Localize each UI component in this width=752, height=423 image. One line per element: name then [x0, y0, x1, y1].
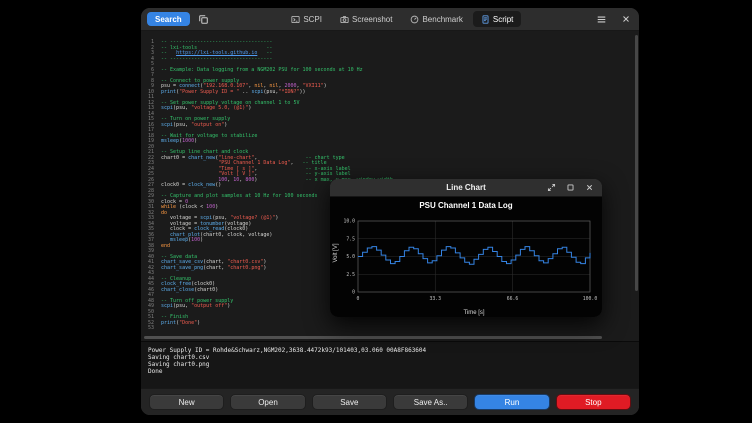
desktop-background: Search SCPI	[0, 0, 752, 423]
chart-window-controls	[546, 182, 602, 193]
script-icon	[481, 15, 490, 24]
search-button[interactable]: Search	[147, 12, 190, 26]
chart-plot-title: PSU Channel 1 Data Log	[330, 201, 602, 210]
tab-label: Benchmark	[422, 15, 462, 24]
chart-y-axis-label: Volt [V]	[333, 233, 339, 273]
close-icon[interactable]	[618, 12, 633, 27]
open-button[interactable]: Open	[230, 394, 305, 410]
chart-x-axis-label: Time [s]	[358, 310, 590, 316]
camera-icon	[340, 15, 349, 24]
tab-label: Screenshot	[352, 15, 392, 24]
console-output: Power Supply ID = Rohde&Schwarz,NGM202,3…	[141, 341, 639, 388]
chart-plot: 0 2.5 5.0 7.5 10.0 0 33.3 66.6 100.0	[330, 197, 602, 317]
tab-script[interactable]: Script	[473, 11, 521, 27]
svg-text:0: 0	[357, 296, 360, 302]
vertical-scrollbar[interactable]	[635, 35, 638, 333]
svg-text:2.5: 2.5	[346, 272, 355, 278]
window-controls	[594, 12, 633, 27]
chart-window-titlebar[interactable]: Line Chart	[330, 179, 602, 197]
console-line: Power Supply ID = Rohde&Schwarz,NGM202,3…	[148, 347, 632, 354]
svg-text:7.5: 7.5	[346, 236, 355, 242]
gauge-icon	[410, 15, 419, 24]
svg-text:66.6: 66.6	[507, 296, 519, 302]
line-number-gutter: 1234567891011121314151617181920212223242…	[141, 31, 157, 341]
console-line: Saving chart0.csv	[148, 354, 632, 361]
svg-text:10.0: 10.0	[343, 219, 355, 225]
tab-bar: SCPI Screenshot Benchmark	[283, 11, 521, 27]
save-button[interactable]: Save	[312, 394, 387, 410]
tab-screenshot[interactable]: Screenshot	[332, 11, 400, 27]
terminal-icon	[291, 15, 300, 24]
action-button-bar: New Open Save Save As.. Run Stop	[141, 388, 639, 415]
new-button[interactable]: New	[149, 394, 224, 410]
copy-icon[interactable]	[196, 12, 211, 27]
svg-text:33.3: 33.3	[429, 296, 441, 302]
maximize-icon[interactable]	[565, 182, 576, 193]
svg-text:0: 0	[352, 290, 355, 296]
svg-text:5.0: 5.0	[346, 254, 355, 260]
menu-icon[interactable]	[594, 12, 609, 27]
run-button[interactable]: Run	[474, 394, 549, 410]
console-line: Done	[148, 368, 632, 375]
chart-canvas: 0 2.5 5.0 7.5 10.0 0 33.3 66.6 100.0 PSU Channel…	[330, 197, 602, 317]
save-as-button[interactable]: Save As..	[393, 394, 468, 410]
stop-button[interactable]: Stop	[556, 394, 631, 410]
close-icon[interactable]	[584, 182, 595, 193]
horizontal-scrollbar[interactable]	[144, 336, 602, 339]
tab-label: Script	[493, 15, 513, 24]
tab-benchmark[interactable]: Benchmark	[402, 11, 470, 27]
tab-scpi[interactable]: SCPI	[283, 11, 330, 27]
svg-text:100.0: 100.0	[583, 296, 598, 302]
console-line: Saving chart0.png	[148, 361, 632, 368]
line-chart-window: Line Chart 0 2.5 5.0 7.5 10.0 0 33.3 66.6 100.0	[330, 179, 602, 317]
header-bar: Search SCPI	[141, 8, 639, 31]
fullscreen-icon[interactable]	[546, 182, 557, 193]
tab-label: SCPI	[303, 15, 322, 24]
